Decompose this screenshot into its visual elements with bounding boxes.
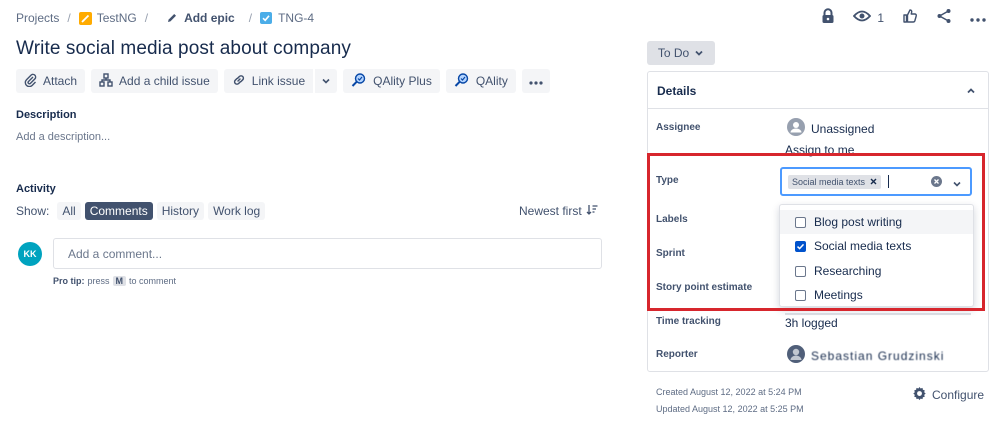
reporter-name: Sebastian Grudzinski: [811, 348, 945, 363]
time-tracking-value[interactable]: 3h logged: [785, 316, 838, 330]
watch-button[interactable]: 1: [853, 9, 884, 26]
activity-filter-row: Show: All Comments History Work log: [16, 202, 266, 220]
sort-descending-icon: [586, 204, 598, 218]
project-icon: [78, 11, 92, 25]
pro-tip-press: press: [87, 276, 110, 286]
link-icon: [232, 73, 246, 90]
lock-button[interactable]: [821, 8, 835, 27]
issue-title[interactable]: Write social media post about company: [16, 38, 351, 60]
add-epic-label: Add epic: [184, 11, 235, 25]
reporter-avatar: [787, 345, 805, 366]
breadcrumb-project[interactable]: TestNG: [78, 11, 137, 25]
filter-all[interactable]: All: [57, 202, 81, 220]
attach-button[interactable]: Attach: [16, 69, 86, 93]
user-avatar-icon: [787, 118, 805, 139]
chevron-down-icon: [694, 46, 704, 60]
status-dropdown[interactable]: To Do: [647, 41, 715, 65]
watchers-count: 1: [877, 10, 884, 25]
description-heading: Description: [16, 109, 77, 121]
show-label: Show:: [16, 204, 50, 218]
link-issue-dropdown[interactable]: [314, 69, 338, 93]
qality-plus-label: QAlity Plus: [373, 74, 432, 88]
sort-label: Newest first: [519, 204, 582, 218]
magnifier-icon: [351, 72, 367, 91]
highlight-annotation: [647, 153, 985, 311]
chevron-up-icon[interactable]: [966, 84, 976, 98]
filter-work-log[interactable]: Work log: [208, 202, 266, 220]
qality-plus-button[interactable]: QAlity Plus: [343, 69, 440, 93]
link-issue-label: Link issue: [251, 74, 306, 88]
link-issue-button[interactable]: Link issue: [223, 69, 314, 93]
filter-comments[interactable]: Comments: [84, 202, 153, 220]
assignee-value[interactable]: Unassigned: [787, 118, 874, 139]
more-horizontal-icon: [970, 11, 986, 25]
gear-icon: [912, 386, 927, 404]
pro-tip: Pro tip: press M to comment: [53, 276, 176, 286]
breadcrumb-separator: /: [144, 11, 149, 25]
lock-icon: [821, 8, 835, 27]
details-divider: [648, 108, 988, 109]
issue-toolbar: Attach Add a child issue Link issue QAli…: [16, 69, 550, 93]
share-button[interactable]: [936, 8, 952, 27]
configure-label: Configure: [932, 388, 985, 402]
description-placeholder[interactable]: Add a description...: [16, 131, 110, 143]
breadcrumb-projects[interactable]: Projects: [16, 11, 59, 25]
qality-label: QAlity: [475, 74, 508, 88]
hierarchy-icon: [99, 72, 113, 90]
chevron-down-icon: [321, 74, 331, 88]
reporter-label: Reporter: [656, 349, 698, 360]
assignee-label: Assignee: [656, 122, 701, 133]
paperclip-icon: [24, 73, 37, 90]
breadcrumb-project-label: TestNG: [96, 11, 137, 25]
shortcut-key: M: [112, 276, 127, 286]
sort-order-button[interactable]: Newest first: [519, 204, 598, 218]
breadcrumb-separator: /: [248, 11, 253, 25]
add-child-issue-label: Add a child issue: [119, 74, 210, 88]
qality-button[interactable]: QAlity: [445, 69, 516, 93]
time-tracking-label: Time tracking: [656, 316, 721, 327]
eye-icon: [853, 9, 872, 26]
activity-heading: Activity: [16, 183, 56, 195]
pro-tip-suffix: to comment: [129, 276, 177, 286]
updated-timestamp: Updated August 12, 2022 at 5:25 PM: [656, 404, 804, 414]
breadcrumb: Projects / TestNG / Add epic / TNG-4: [16, 10, 314, 26]
pro-tip-prefix: Pro tip:: [53, 276, 85, 286]
breadcrumb-separator: /: [67, 11, 71, 25]
task-checkbox-icon: [260, 11, 273, 25]
filter-history[interactable]: History: [156, 202, 205, 220]
avatar: KK: [18, 242, 42, 266]
magnifier-icon: [454, 72, 470, 91]
more-toolbar-button[interactable]: [521, 69, 550, 93]
issue-actions: 1: [821, 8, 986, 27]
assignee-name: Unassigned: [811, 121, 875, 136]
like-button[interactable]: [902, 8, 918, 27]
share-icon: [936, 8, 952, 27]
add-epic-button[interactable]: Add epic: [166, 11, 235, 25]
pencil-icon: [166, 12, 179, 25]
details-heading: Details: [657, 84, 697, 98]
status-label: To Do: [657, 46, 690, 60]
thumbs-up-icon: [902, 8, 918, 27]
more-horizontal-icon: [529, 74, 543, 88]
time-tracking-bar: [785, 313, 971, 315]
breadcrumb-issue-key[interactable]: TNG-4: [260, 11, 314, 25]
issue-key-label: TNG-4: [278, 11, 315, 25]
add-child-issue-button[interactable]: Add a child issue: [91, 69, 218, 93]
configure-button[interactable]: Configure: [912, 386, 984, 404]
attach-label: Attach: [43, 74, 78, 88]
comment-input[interactable]: Add a comment...: [53, 238, 602, 269]
more-actions-button[interactable]: [970, 11, 986, 25]
created-timestamp: Created August 12, 2022 at 5:24 PM: [656, 387, 802, 397]
reporter-value[interactable]: Sebastian Grudzinski: [787, 345, 944, 366]
